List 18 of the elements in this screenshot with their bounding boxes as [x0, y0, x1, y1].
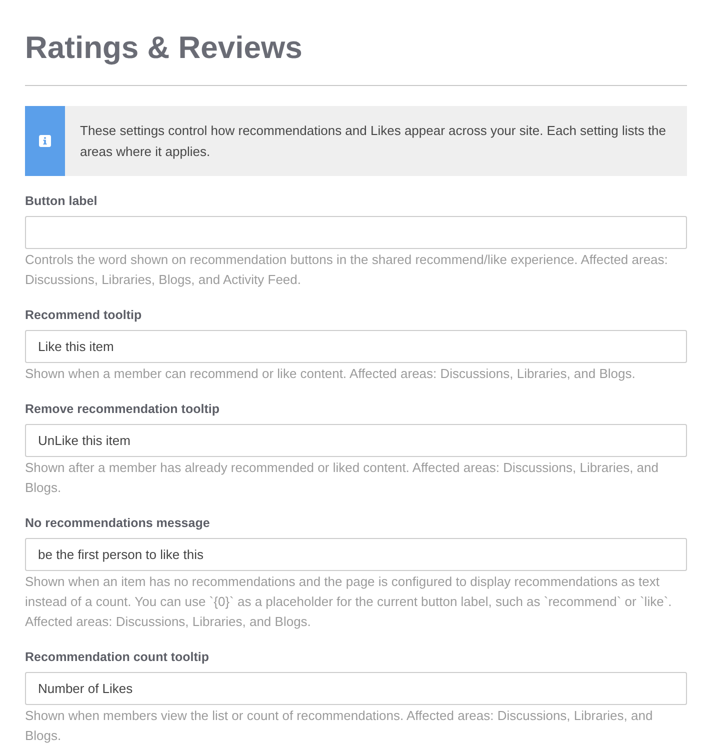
help-text: Controls the word shown on recommendation buttons in the shared recommend/like experience. Affected areas: Discussions, Libraries, Blogs, and Activity Feed.: [25, 251, 669, 289]
field-label: Remove recommendation tooltip: [25, 401, 220, 418]
info-message: These settings control how recommendations and Likes appear across your site. Each setting lists the areas where it applies.: [79, 122, 668, 161]
info-icon: [39, 135, 51, 147]
help-text: Shown when members view the list or count of recommendations. Affected areas: Discussions, Libraries, and Blogs.: [25, 707, 654, 745]
page-title: Ratings & Reviews: [25, 29, 302, 67]
text-field[interactable]: Number of Likes: [25, 672, 687, 705]
field-label: Button label: [25, 193, 98, 210]
help-text: Shown after a member has already recommended or liked content. Affected areas: Discussions, Libraries, and Blogs.: [25, 459, 660, 497]
field-label: Recommendation count tooltip: [25, 649, 210, 666]
text-field[interactable]: [25, 216, 687, 249]
help-text: Shown when an item has no recommendations and the page is configured to display recommendations as text instead of a count. You can use `{0}` as a placeholder for the current button label, such as `recommend` or `like`. Affected areas: Discussions, Libraries, and Blogs.: [25, 573, 673, 631]
field-label: No recommendations message: [25, 515, 210, 532]
field-label: Recommend tooltip: [25, 307, 142, 324]
text-field[interactable]: Like this item: [25, 330, 687, 363]
help-text: Shown when a member can recommend or like content. Affected areas: Discussions, Libraries, and Blogs.: [25, 365, 636, 383]
text-field[interactable]: be the first person to like this: [25, 538, 687, 571]
text-field[interactable]: UnLike this item: [25, 424, 687, 457]
